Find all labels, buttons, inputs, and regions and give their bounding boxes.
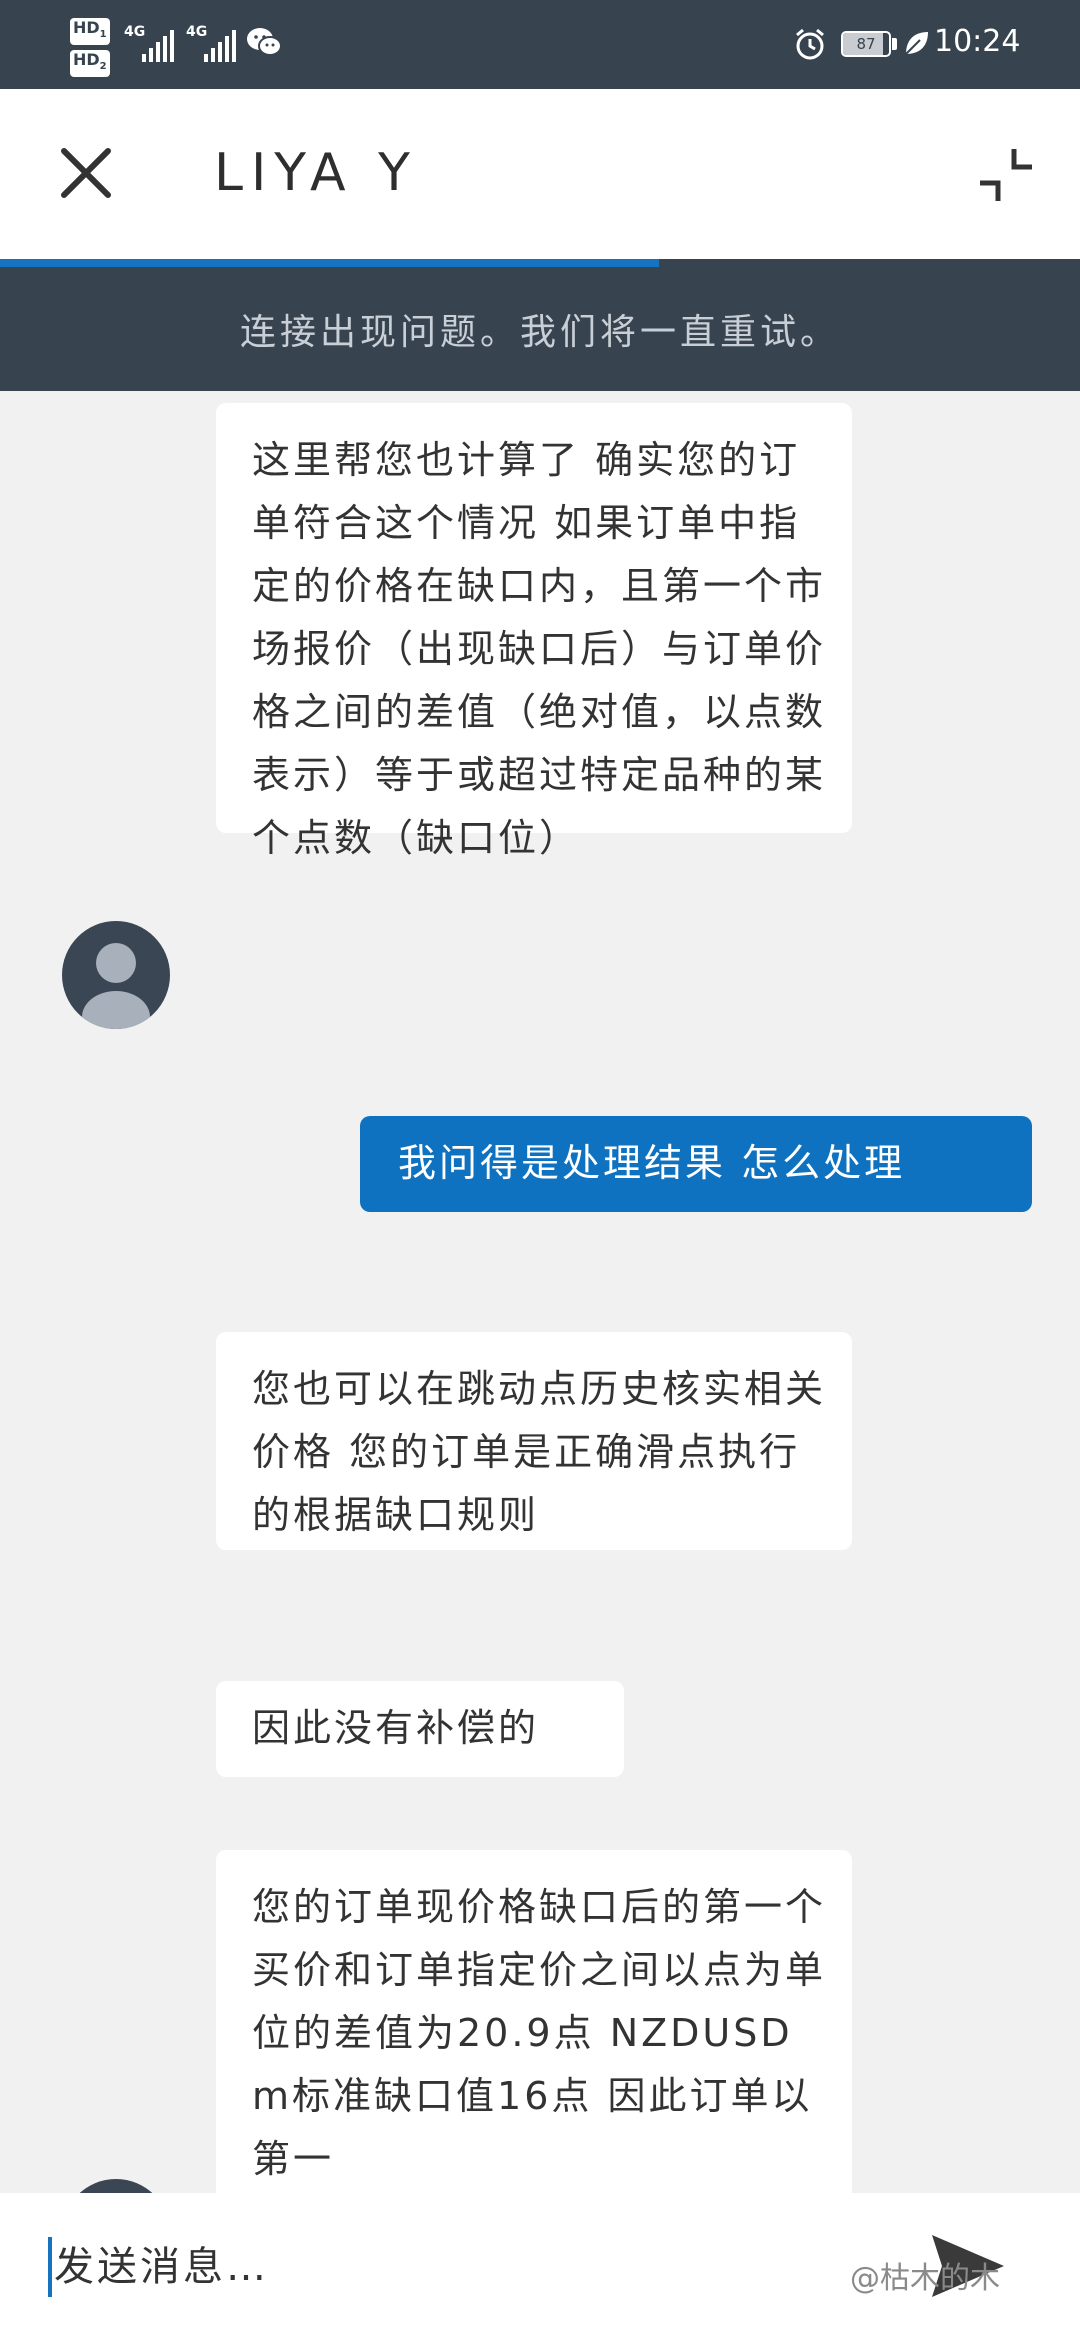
- page-title: LIYA Y: [214, 143, 418, 203]
- message-input[interactable]: [54, 2231, 834, 2303]
- hd1-sub: 1: [99, 29, 107, 41]
- connection-progress-bar: [0, 259, 1080, 267]
- agent-message: 这里帮您也计算了 确实您的订单符合这个情况 如果订单中指定的价格在缺口内，且第一…: [216, 403, 852, 860]
- sim1-signal-icon: 4G: [124, 22, 182, 62]
- connection-banner-text: 连接出现问题。我们将一直重试。: [239, 312, 840, 353]
- wechat-icon: [247, 28, 282, 56]
- minimize-icon[interactable]: [976, 145, 1036, 205]
- message-list[interactable]: 这里帮您也计算了 确实您的订单符合这个情况 如果订单中指定的价格在缺口内，且第一…: [0, 391, 1080, 2193]
- message-composer: @枯木的木: [0, 2193, 1080, 2340]
- alarm-icon: [796, 28, 824, 60]
- user-message: 我问得是处理结果 怎么处理: [360, 1116, 1032, 1212]
- status-bar: HD1 HD2 4G 4G 87 10:24: [0, 0, 1080, 89]
- message-text: 您的订单现价格缺口后的第一个买价和订单指定价之间以点为单位的差值为20.9点 N…: [252, 1885, 827, 2181]
- hd1-label: HD: [73, 18, 100, 37]
- hd1-badge: HD1: [70, 18, 110, 46]
- battery-nub: [892, 38, 897, 50]
- clock: 10:24: [934, 24, 1021, 59]
- hd2-sub: 2: [99, 61, 107, 73]
- agent-message: 因此没有补偿的: [216, 1681, 624, 1777]
- connection-banner: 连接出现问题。我们将一直重试。: [0, 267, 1080, 391]
- watermark: @枯木的木: [850, 2261, 1000, 2296]
- message-text: 因此没有补偿的: [252, 1706, 540, 1750]
- connection-progress-fill: [0, 259, 659, 267]
- agent-avatar: [62, 921, 170, 1029]
- battery-icon: 87: [841, 31, 891, 57]
- close-icon[interactable]: [56, 143, 116, 203]
- message-text: 您也可以在跳动点历史核实相关价格 您的订单是正确滑点执行的根据缺口规则: [252, 1367, 827, 1537]
- sim2-signal-icon: 4G: [186, 22, 244, 62]
- chat-screen: HD1 HD2 4G 4G 87 10:24 LIYA Y 连接出现问题。我们将…: [0, 0, 1080, 2340]
- battery-level: 87: [856, 35, 876, 53]
- message-text: 这里帮您也计算了 确实您的订单符合这个情况 如果订单中指定的价格在缺口内，且第一…: [252, 438, 827, 860]
- message-text: 我问得是处理结果 怎么处理: [398, 1141, 906, 1185]
- hd2-badge: HD2: [70, 50, 110, 78]
- hd2-label: HD: [73, 50, 100, 69]
- leaf-icon: [905, 32, 928, 55]
- agent-message: 您也可以在跳动点历史核实相关价格 您的订单是正确滑点执行的根据缺口规则: [216, 1332, 852, 1550]
- agent-avatar: [62, 2179, 170, 2193]
- agent-message: 您的订单现价格缺口后的第一个买价和订单指定价之间以点为单位的差值为20.9点 N…: [216, 1850, 852, 2193]
- text-caret: [48, 2237, 52, 2297]
- avatar-icon: [82, 943, 150, 1029]
- chat-header: LIYA Y: [0, 89, 1080, 259]
